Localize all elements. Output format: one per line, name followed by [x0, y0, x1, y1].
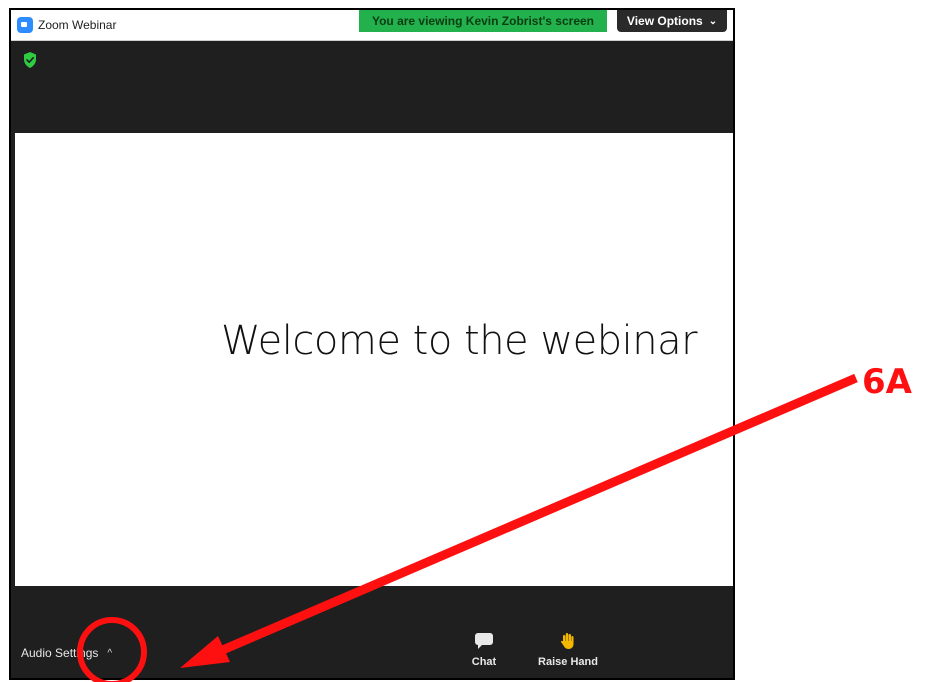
slide-title: Welcome to the webinar	[220, 318, 698, 364]
audio-settings-button[interactable]: Audio Settings ^	[21, 646, 112, 660]
chevron-down-icon: ⌄	[708, 15, 718, 27]
chat-button[interactable]: Chat	[469, 632, 499, 668]
screenshot-stage: Zoom Webinar You are viewing Kevin Zobri…	[0, 0, 929, 682]
hand-icon	[560, 633, 574, 649]
shared-screen-slide: Welcome to the webinar	[15, 133, 733, 589]
title-bar: Zoom Webinar You are viewing Kevin Zobri…	[11, 10, 733, 41]
raise-hand-button[interactable]: Raise Hand	[533, 632, 603, 668]
zoom-camera-icon	[17, 17, 33, 33]
raise-hand-label: Raise Hand	[538, 656, 598, 668]
view-options-button[interactable]: View Options ⌄	[617, 10, 727, 32]
chat-bubble-icon	[475, 633, 493, 649]
audio-settings-label: Audio Settings	[21, 646, 99, 660]
shield-check-icon[interactable]	[23, 52, 37, 68]
meeting-toolbar: Audio Settings ^ Chat Raise Hand	[11, 586, 733, 678]
caret-up-icon[interactable]: ^	[107, 648, 112, 659]
chat-label: Chat	[471, 656, 497, 668]
window-title: Zoom Webinar	[38, 18, 117, 32]
viewing-screen-banner: You are viewing Kevin Zobrist's screen	[359, 10, 607, 32]
viewing-screen-text: You are viewing Kevin Zobrist's screen	[371, 14, 595, 28]
zoom-webinar-window: Zoom Webinar You are viewing Kevin Zobri…	[9, 8, 735, 680]
annotation-label: 6A	[862, 362, 912, 402]
view-options-label: View Options	[626, 14, 703, 28]
